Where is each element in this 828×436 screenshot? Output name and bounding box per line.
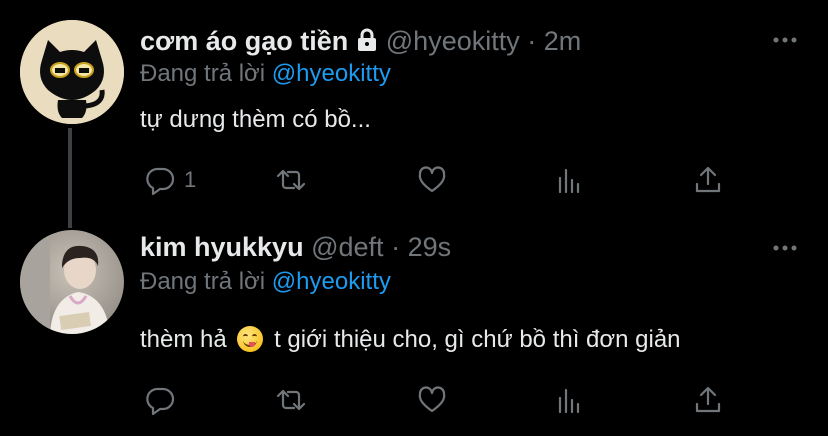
separator: · xyxy=(391,232,401,262)
replying-to-line: Đang trả lời @hyeokitty xyxy=(140,268,391,296)
reply-icon xyxy=(146,387,175,416)
reply-icon xyxy=(146,167,175,196)
savoring-food-emoji-icon xyxy=(237,326,264,352)
retweet-button[interactable] xyxy=(274,382,308,418)
replying-to-mention[interactable]: @hyeokitty xyxy=(272,60,391,87)
reply-count: 1 xyxy=(184,167,197,192)
like-icon xyxy=(418,386,446,413)
retweet-icon xyxy=(276,389,306,411)
tweet-2-actions xyxy=(140,382,740,418)
reply-button[interactable]: 1 xyxy=(144,162,196,198)
like-icon xyxy=(418,166,446,193)
share-icon xyxy=(695,386,721,413)
timestamp[interactable]: 29s xyxy=(408,232,452,262)
tweet-text: tự dưng thèm có bồ... xyxy=(140,106,371,133)
retweet-button[interactable] xyxy=(274,162,308,198)
tweet-text-before-emoji: thèm hả xyxy=(140,326,227,353)
replying-to-mention[interactable]: @hyeokitty xyxy=(272,268,391,295)
replying-prefix: Đang trả lời xyxy=(140,268,266,295)
display-name[interactable]: kim hyukkyu xyxy=(140,232,304,262)
share-button[interactable] xyxy=(692,162,724,198)
thread-connector-line xyxy=(68,128,72,228)
tweet-text-after-emoji: t giới thiệu cho, gì chứ bồ thì đơn giản xyxy=(274,326,681,353)
analytics-icon xyxy=(558,388,580,414)
tweet-2-header: kim hyukkyu @deft · 29s xyxy=(140,232,451,263)
black-cat-avatar-icon xyxy=(20,20,124,124)
tweet-1-header: cơm áo gạo tiền @hyeokitty · 2m xyxy=(140,26,581,59)
replying-to-line: Đang trả lời @hyeokitty xyxy=(140,60,391,88)
more-icon[interactable] xyxy=(772,240,798,258)
analytics-button[interactable] xyxy=(554,382,586,418)
tweet-text: thèm hả t giới thiệu cho, gì chứ bồ thì … xyxy=(140,326,681,354)
lock-icon xyxy=(356,28,378,59)
analytics-icon xyxy=(558,168,580,194)
replying-prefix: Đang trả lời xyxy=(140,60,266,87)
retweet-icon xyxy=(276,169,306,191)
person-photo-avatar-icon xyxy=(20,230,124,334)
avatar-person[interactable] xyxy=(20,230,124,334)
avatar-cat[interactable] xyxy=(20,20,124,124)
like-button[interactable] xyxy=(416,162,448,198)
tweet-1-actions: 1 xyxy=(140,162,740,198)
timestamp[interactable]: 2m xyxy=(544,26,582,56)
share-button[interactable] xyxy=(692,382,724,418)
share-icon xyxy=(695,166,721,193)
reply-button[interactable] xyxy=(144,382,184,418)
more-icon[interactable] xyxy=(772,32,798,50)
display-name[interactable]: cơm áo gạo tiền xyxy=(140,26,348,56)
handle[interactable]: @hyeokitty xyxy=(386,26,520,56)
separator: · xyxy=(527,26,537,56)
analytics-button[interactable] xyxy=(554,162,586,198)
handle[interactable]: @deft xyxy=(311,232,383,262)
like-button[interactable] xyxy=(416,382,448,418)
